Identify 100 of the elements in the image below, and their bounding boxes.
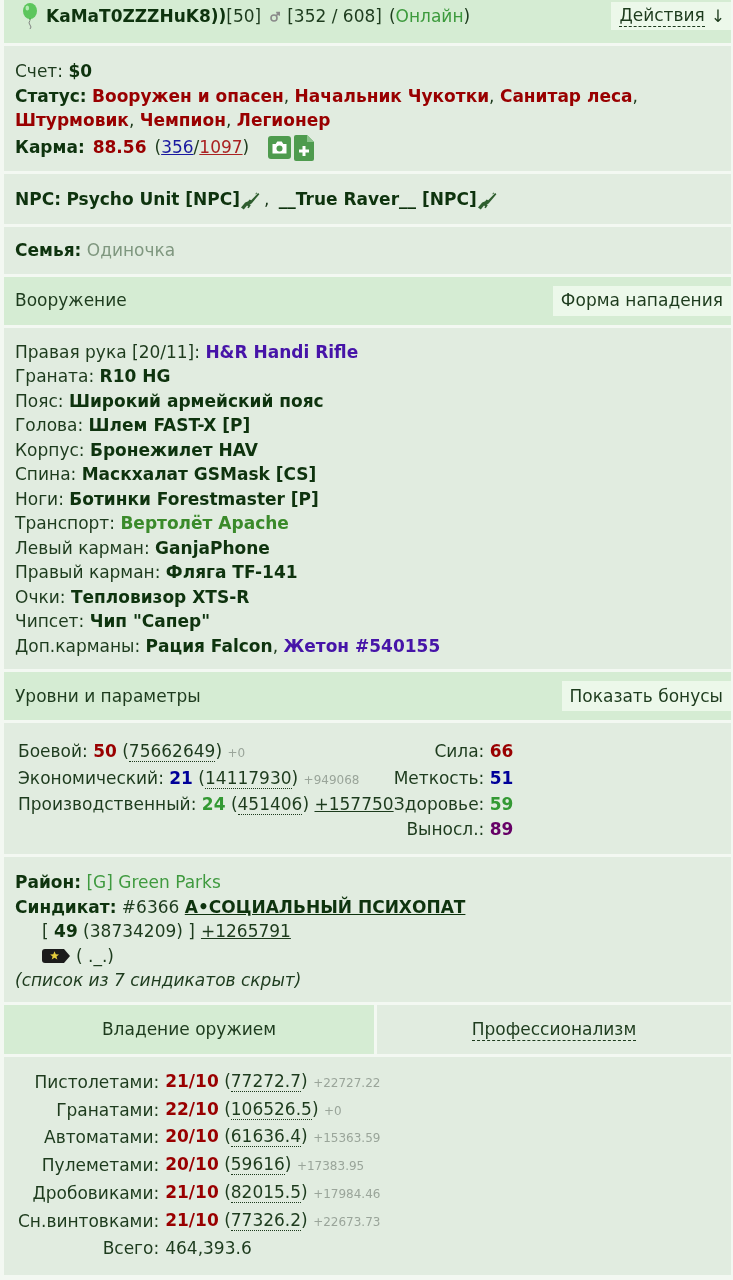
male-symbol-icon — [270, 10, 281, 22]
slot-label: Спина: — [15, 464, 77, 484]
syndicate-link[interactable]: А•СОЦИАЛЬНЫЙ ПСИХОПАТ — [184, 896, 466, 917]
npc-link[interactable]: Psycho Unit [NPC] — [66, 188, 240, 209]
weapon-skill-label: Сн.винтовками: — [18, 1209, 160, 1233]
stat-label: Меткость: — [393, 767, 485, 788]
section-button[interactable]: Показать бонусы — [561, 681, 731, 711]
item-link[interactable]: Чип "Сапер" — [89, 611, 211, 631]
camera-icon[interactable] — [268, 136, 292, 159]
item-link[interactable]: GanjaPhone — [155, 537, 270, 558]
separator-text: , — [264, 188, 270, 209]
slot-label: Транспорт: — [15, 513, 115, 533]
slot-label: Граната: — [15, 366, 95, 386]
player-level: [50] — [226, 4, 262, 28]
health-points: [352 / 608] — [287, 4, 382, 28]
weapon-skill-label: Пистолетами: — [33, 1071, 160, 1095]
experience-gain: +0 — [323, 1103, 342, 1118]
experience-gain: +22673.73 — [313, 1214, 381, 1229]
item-link[interactable]: Широкий армейский пояс — [68, 390, 324, 411]
tab[interactable]: Владение оружием — [4, 1004, 374, 1054]
status-title: Начальник Чукотки — [294, 85, 490, 106]
account-balance: $0 — [68, 61, 93, 81]
family-value: Одиночка — [86, 240, 176, 260]
item-link[interactable]: H&R Handi Rifle — [205, 341, 359, 362]
separator-text: , — [489, 85, 495, 106]
npc-label: NPC: — [15, 188, 61, 209]
status-title: Легионер — [236, 110, 331, 130]
level-label: Экономический: — [18, 767, 164, 788]
district-label: Район: — [15, 872, 82, 892]
skill-value: 21/10 — [165, 1209, 219, 1230]
separator-text: , — [225, 110, 232, 130]
account-label: Счет: — [15, 61, 63, 81]
weapon-skill-label: Пулеметами: — [40, 1154, 160, 1178]
level-value: 24 — [201, 794, 226, 814]
slot-label: Правый карман: — [15, 562, 161, 582]
online-status: (Онлайн) — [388, 4, 471, 28]
weapon-skill-label: Автоматами: — [43, 1126, 160, 1150]
item-link[interactable]: Маскхалат GSMask [CS] — [81, 464, 317, 484]
syndicate-level: [ 49 (38734209) ] — [42, 920, 195, 943]
rifle-icon — [476, 189, 497, 210]
status-title: Штурмовик — [15, 110, 129, 130]
item-link[interactable]: Тепловизор XTS-R — [70, 586, 250, 607]
item-link[interactable]: Вертолёт Apache — [120, 513, 289, 533]
stat-label: Сила: — [434, 741, 485, 761]
rank-text: ( ._.) — [76, 944, 114, 968]
syndicate-number: #6366 — [121, 896, 180, 917]
status-title: Санитар леса — [499, 85, 633, 106]
experience-gain: +0 — [227, 746, 246, 760]
section-title: Уровни и параметры — [15, 684, 201, 708]
separator-text: , — [272, 635, 279, 656]
item-link[interactable]: Жетон #540155 — [283, 635, 441, 656]
syndicates-hidden-note: (список из 7 синдикатов скрыт) — [15, 970, 302, 990]
experience-points: (59616) — [224, 1154, 292, 1176]
item-link[interactable]: R10 HG — [99, 366, 171, 386]
rifle-icon — [240, 189, 260, 210]
item-link[interactable]: Рация Falcon — [145, 635, 273, 656]
stat-value: 89 — [489, 818, 514, 839]
player-name[interactable]: KaMaT0ZZZHuK8)) — [46, 3, 227, 29]
level-value: 21 — [169, 767, 193, 788]
slot-label: Правая рука [20/11]: — [15, 341, 200, 362]
item-link[interactable]: Шлем FAST-X [P] — [88, 415, 251, 435]
weapon-skill-label: Гранатами: — [55, 1098, 160, 1122]
experience-gain-link[interactable]: +157750 — [314, 794, 394, 814]
slot-label: Чипсет: — [15, 611, 85, 631]
status-title: Вооружен и опасен — [92, 85, 284, 106]
separator-text: , — [283, 85, 290, 106]
npc-link[interactable]: __True Raver__ [NPC] — [278, 188, 477, 209]
slot-label: Ноги: — [15, 488, 64, 509]
item-link[interactable]: Ботинки Forestmaster [P] — [69, 488, 319, 509]
stat-value: 51 — [489, 767, 514, 788]
item-link[interactable]: Фляга TF-141 — [165, 562, 298, 582]
slot-label: Корпус: — [15, 439, 85, 460]
syndicate-gain-link[interactable]: +1265791 — [200, 919, 291, 944]
actions-button[interactable]: Действия ↓ — [611, 2, 731, 30]
slot-label: Левый карман: — [15, 537, 150, 558]
experience-gain: +17984.46 — [313, 1186, 381, 1201]
experience-points: (14117930) — [198, 767, 299, 789]
family-label: Семья: — [15, 240, 82, 260]
status-label: Статус: — [15, 85, 87, 106]
section-button[interactable]: Форма нападения — [552, 285, 731, 316]
stat-label: Выносл.: — [406, 818, 485, 839]
upvotes-link[interactable]: 356 — [161, 137, 194, 158]
document-plus-icon[interactable] — [294, 134, 315, 161]
syndicate-label: Синдикат: — [15, 896, 117, 917]
tab[interactable]: Профессионализм — [377, 1004, 731, 1054]
karma-label: Карма: — [15, 136, 85, 160]
item-link[interactable]: Бронежилет HAV — [89, 439, 258, 460]
total-label: Всего: — [101, 1237, 160, 1261]
section-title: Вооружение — [15, 289, 127, 313]
experience-gain: +15363.59 — [313, 1131, 381, 1146]
status-title: Чемпион — [139, 110, 226, 130]
slot-label: Доп.карманы: — [15, 635, 141, 656]
experience-points: (82015.5) — [224, 1181, 308, 1203]
stat-value: 66 — [489, 741, 514, 761]
weapon-skill-label: Дробовиками: — [31, 1181, 160, 1205]
level-label: Боевой: — [18, 741, 88, 761]
experience-gain: +17383.95 — [296, 1159, 365, 1174]
experience-points: (77272.7) — [224, 1071, 308, 1093]
karma-votes: (356/1097) — [154, 136, 250, 160]
downvotes-link[interactable]: 1097 — [199, 137, 243, 158]
